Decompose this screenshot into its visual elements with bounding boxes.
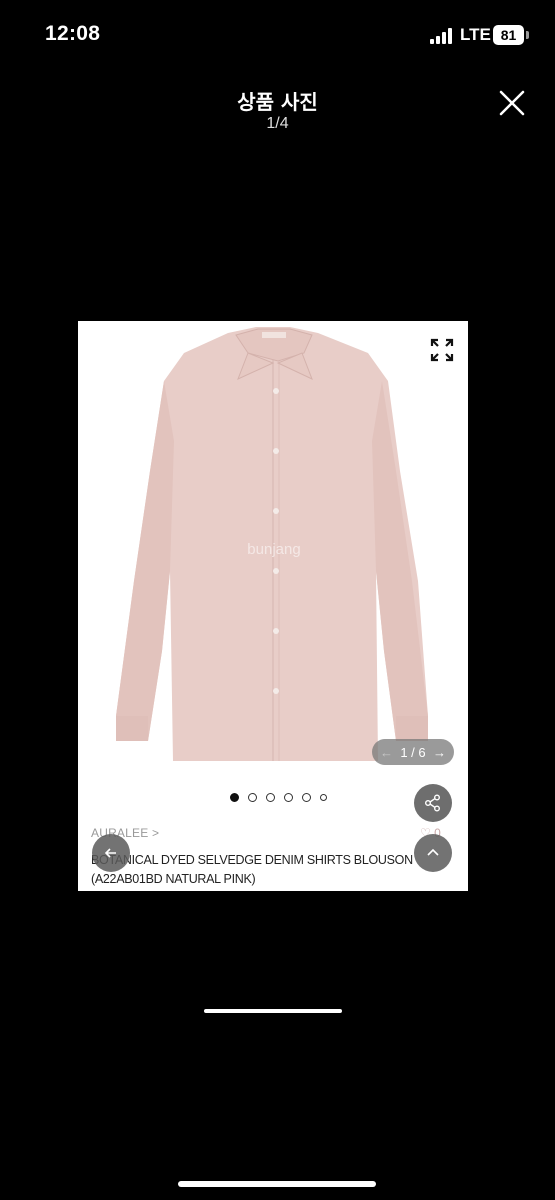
home-indicator[interactable] [178, 1181, 376, 1187]
status-time: 12:08 [45, 22, 101, 45]
gallery-counter-text: 1 / 6 [400, 744, 426, 760]
pagination-dot[interactable] [302, 793, 311, 802]
share-button[interactable] [414, 784, 452, 822]
expand-button[interactable] [430, 338, 454, 362]
gallery-prev-arrow[interactable]: ← [380, 745, 393, 760]
pagination-dot[interactable] [320, 794, 327, 801]
gallery-counter: ← 1 / 6 → [372, 739, 454, 765]
pagination-dots [230, 793, 327, 802]
back-button[interactable] [92, 834, 130, 872]
pagination-dot[interactable] [248, 793, 257, 802]
product-photo[interactable]: bunjang ← 1 / 6 → AURALEE > ♡ 0 BOTANICA… [78, 321, 468, 891]
battery-tip [526, 31, 529, 39]
signal-icon [430, 28, 456, 44]
product-name: BOTANICAL DYED SELVEDGE DENIM SHIRTS BLO… [91, 853, 413, 886]
pagination-dot[interactable] [284, 793, 293, 802]
pagination-dot[interactable] [266, 793, 275, 802]
share-icon [425, 794, 440, 812]
shirt-image: bunjang [116, 327, 428, 761]
viewer-title: 상품 사진 [237, 90, 318, 114]
scroll-top-button[interactable] [414, 834, 452, 872]
watermark: bunjang [247, 541, 300, 558]
gallery-next-arrow[interactable]: → [433, 745, 446, 760]
battery-icon: 81 [493, 25, 524, 45]
close-button[interactable] [497, 88, 527, 118]
chevron-up-icon [427, 848, 439, 856]
pagination-dot[interactable] [230, 793, 239, 802]
expand-icon [430, 338, 454, 362]
scroll-indicator [204, 1009, 342, 1013]
status-bar: 12:08 LTE 81 [0, 0, 555, 72]
network-label: LTE [460, 25, 491, 44]
arrow-left-icon [104, 848, 116, 858]
close-icon [499, 90, 525, 116]
viewer-counter: 1/4 [266, 115, 289, 132]
